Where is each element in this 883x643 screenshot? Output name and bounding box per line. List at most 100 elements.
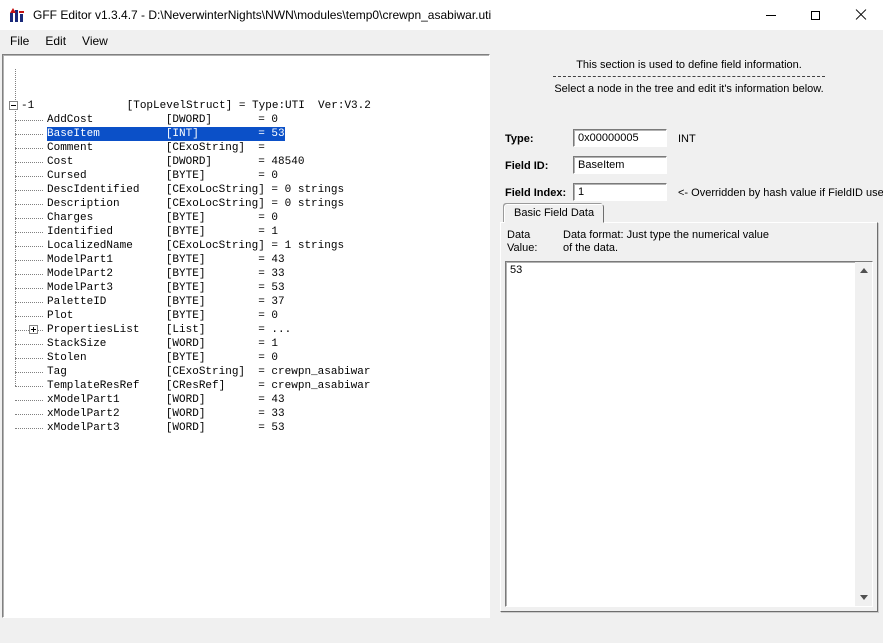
close-icon bbox=[855, 9, 867, 21]
tree-node-1[interactable]: -1 [TopLevelStruct] = Type:UTI Ver:V3.2 bbox=[5, 99, 487, 113]
tab-basic-field-data[interactable]: Basic Field Data bbox=[504, 204, 604, 223]
tree-node-label: ModelPart3 [BYTE] = 53 bbox=[47, 281, 285, 295]
data-label-line1: Data bbox=[507, 229, 530, 241]
type-row: Type: INT bbox=[505, 129, 879, 149]
tree-branch-line bbox=[15, 162, 43, 163]
tree-node-label: Description [CExoLocString] = 0 strings bbox=[47, 197, 344, 211]
tree-rows: -1 [TopLevelStruct] = Type:UTI Ver:V3.2A… bbox=[5, 57, 487, 615]
field-info-panel: This section is used to define field inf… bbox=[497, 54, 881, 618]
tree-branch-line bbox=[15, 176, 43, 177]
tree-node-stacksize[interactable]: StackSize [WORD] = 1 bbox=[5, 337, 487, 351]
field-index-row: Field Index: <- Overridden by hash value… bbox=[505, 183, 879, 203]
tree-node-label: PropertiesList [List] = ... bbox=[47, 323, 291, 337]
tree-node-label: PaletteID [BYTE] = 37 bbox=[47, 295, 285, 309]
maximize-icon bbox=[811, 11, 820, 20]
tree-node-label: Cost [DWORD] = 48540 bbox=[47, 155, 304, 169]
tree-node-description[interactable]: Description [CExoLocString] = 0 strings bbox=[5, 197, 487, 211]
title-bar[interactable]: GFF Editor v1.3.4.7 - D:\NeverwinterNigh… bbox=[0, 0, 883, 30]
tree-node-propertieslist[interactable]: PropertiesList [List] = ... bbox=[5, 323, 487, 337]
menu-bar: FileEditView bbox=[0, 30, 883, 52]
dashed-separator bbox=[553, 76, 825, 77]
tree-branch-line bbox=[15, 288, 43, 289]
scroll-down-button[interactable] bbox=[855, 589, 872, 606]
tree-branch-line bbox=[15, 386, 43, 387]
tree-branch-line bbox=[15, 232, 43, 233]
tree-node-plot[interactable]: Plot [BYTE] = 0 bbox=[5, 309, 487, 323]
tree-branch-line bbox=[15, 134, 43, 135]
field-index-input[interactable] bbox=[573, 183, 667, 201]
tree-node-label: Plot [BYTE] = 0 bbox=[47, 309, 278, 323]
tree-node-label: Tag [CExoString] = crewpn_asabiwar bbox=[47, 365, 370, 379]
caption-buttons bbox=[748, 0, 883, 30]
tree-node-label: Stolen [BYTE] = 0 bbox=[47, 351, 278, 365]
tree-node-addcost[interactable]: AddCost [DWORD] = 0 bbox=[5, 113, 487, 127]
tree-node-tag[interactable]: Tag [CExoString] = crewpn_asabiwar bbox=[5, 365, 487, 379]
minimize-button[interactable] bbox=[748, 0, 793, 30]
tree-node-paletteid[interactable]: PaletteID [BYTE] = 37 bbox=[5, 295, 487, 309]
tree-node-templateresref[interactable]: TemplateResRef [CResRef] = crewpn_asabiw… bbox=[5, 379, 487, 393]
tree-node-label: LocalizedName [CExoLocString] = 1 string… bbox=[47, 239, 344, 253]
tree-node-descidentified[interactable]: DescIdentified [CExoLocString] = 0 strin… bbox=[5, 183, 487, 197]
tree-node-localizedname[interactable]: LocalizedName [CExoLocString] = 1 string… bbox=[5, 239, 487, 253]
tree-node-charges[interactable]: Charges [BYTE] = 0 bbox=[5, 211, 487, 225]
tree-branch-line bbox=[15, 260, 43, 261]
type-name-text: INT bbox=[678, 133, 696, 145]
section-hint: Select a node in the tree and edit it's … bbox=[497, 83, 881, 95]
content-area: -1 [TopLevelStruct] = Type:UTI Ver:V3.2A… bbox=[0, 52, 883, 643]
tree-node-stolen[interactable]: Stolen [BYTE] = 0 bbox=[5, 351, 487, 365]
tree-branch-line bbox=[15, 120, 43, 121]
scrollbar-track[interactable] bbox=[855, 279, 872, 589]
tree-node-modelpart2[interactable]: ModelPart2 [BYTE] = 33 bbox=[5, 267, 487, 281]
close-button[interactable] bbox=[838, 0, 883, 30]
tree-node-label: AddCost [DWORD] = 0 bbox=[47, 113, 278, 127]
menu-item-edit[interactable]: Edit bbox=[37, 32, 74, 50]
tree-node-label: BaseItem [INT] = 53 bbox=[47, 127, 285, 141]
tree-node-xmodelpart3[interactable]: xModelPart3 [WORD] = 53 bbox=[5, 421, 487, 435]
tree-node-cursed[interactable]: Cursed [BYTE] = 0 bbox=[5, 169, 487, 183]
tree-node-comment[interactable]: Comment [CExoString] = bbox=[5, 141, 487, 155]
field-index-note: <- Overridden by hash value if FieldID u… bbox=[678, 187, 883, 199]
type-input[interactable] bbox=[573, 129, 667, 147]
tree-branch-line bbox=[15, 316, 43, 317]
gff-tree-view[interactable]: -1 [TopLevelStruct] = Type:UTI Ver:V3.2A… bbox=[2, 54, 490, 618]
tree-node-label: Charges [BYTE] = 0 bbox=[47, 211, 278, 225]
tree-node-modelpart1[interactable]: ModelPart1 [BYTE] = 43 bbox=[5, 253, 487, 267]
field-data-editor[interactable]: 53 bbox=[505, 261, 873, 607]
menu-item-file[interactable]: File bbox=[2, 32, 37, 50]
tree-branch-line bbox=[15, 204, 43, 205]
field-id-input[interactable] bbox=[573, 156, 667, 174]
tree-node-cost[interactable]: Cost [DWORD] = 48540 bbox=[5, 155, 487, 169]
tree-branch-line bbox=[15, 148, 43, 149]
tree-node-identified[interactable]: Identified [BYTE] = 1 bbox=[5, 225, 487, 239]
tree-branch-line bbox=[15, 302, 43, 303]
window-title: GFF Editor v1.3.4.7 - D:\NeverwinterNigh… bbox=[33, 8, 748, 22]
tree-node-xmodelpart2[interactable]: xModelPart2 [WORD] = 33 bbox=[5, 407, 487, 421]
field-index-label: Field Index: bbox=[505, 187, 566, 199]
tree-node-label: StackSize [WORD] = 1 bbox=[47, 337, 278, 351]
tree-branch-line bbox=[15, 358, 43, 359]
tree-node-label: ModelPart2 [BYTE] = 33 bbox=[47, 267, 285, 281]
tree-node-label: xModelPart2 [WORD] = 33 bbox=[47, 407, 285, 421]
section-description: This section is used to define field inf… bbox=[497, 59, 881, 71]
vertical-scrollbar[interactable] bbox=[855, 262, 872, 606]
field-data-value[interactable]: 53 bbox=[508, 263, 853, 605]
tree-node-label: DescIdentified [CExoLocString] = 0 strin… bbox=[47, 183, 344, 197]
menu-item-view[interactable]: View bbox=[74, 32, 116, 50]
plus-box-icon[interactable] bbox=[29, 325, 38, 334]
tree-node-label: ModelPart1 [BYTE] = 43 bbox=[47, 253, 285, 267]
tree-node-label: Comment [CExoString] = bbox=[47, 141, 265, 155]
maximize-button[interactable] bbox=[793, 0, 838, 30]
tree-node-baseitem[interactable]: BaseItem [INT] = 53 bbox=[5, 127, 487, 141]
up-arrow-icon bbox=[860, 268, 868, 273]
minus-box-icon[interactable] bbox=[9, 101, 18, 110]
gff-editor-window: GFF Editor v1.3.4.7 - D:\NeverwinterNigh… bbox=[0, 0, 883, 643]
data-value-label: Data Value: bbox=[507, 229, 537, 255]
tree-node-label: Identified [BYTE] = 1 bbox=[47, 225, 278, 239]
scroll-up-button[interactable] bbox=[855, 262, 872, 279]
tree-branch-line bbox=[15, 428, 43, 429]
tree-node-xmodelpart1[interactable]: xModelPart1 [WORD] = 43 bbox=[5, 393, 487, 407]
tree-branch-line bbox=[15, 400, 43, 401]
data-label-line2: Value: bbox=[507, 242, 537, 254]
tree-node-modelpart3[interactable]: ModelPart3 [BYTE] = 53 bbox=[5, 281, 487, 295]
tree-branch-line bbox=[15, 218, 43, 219]
